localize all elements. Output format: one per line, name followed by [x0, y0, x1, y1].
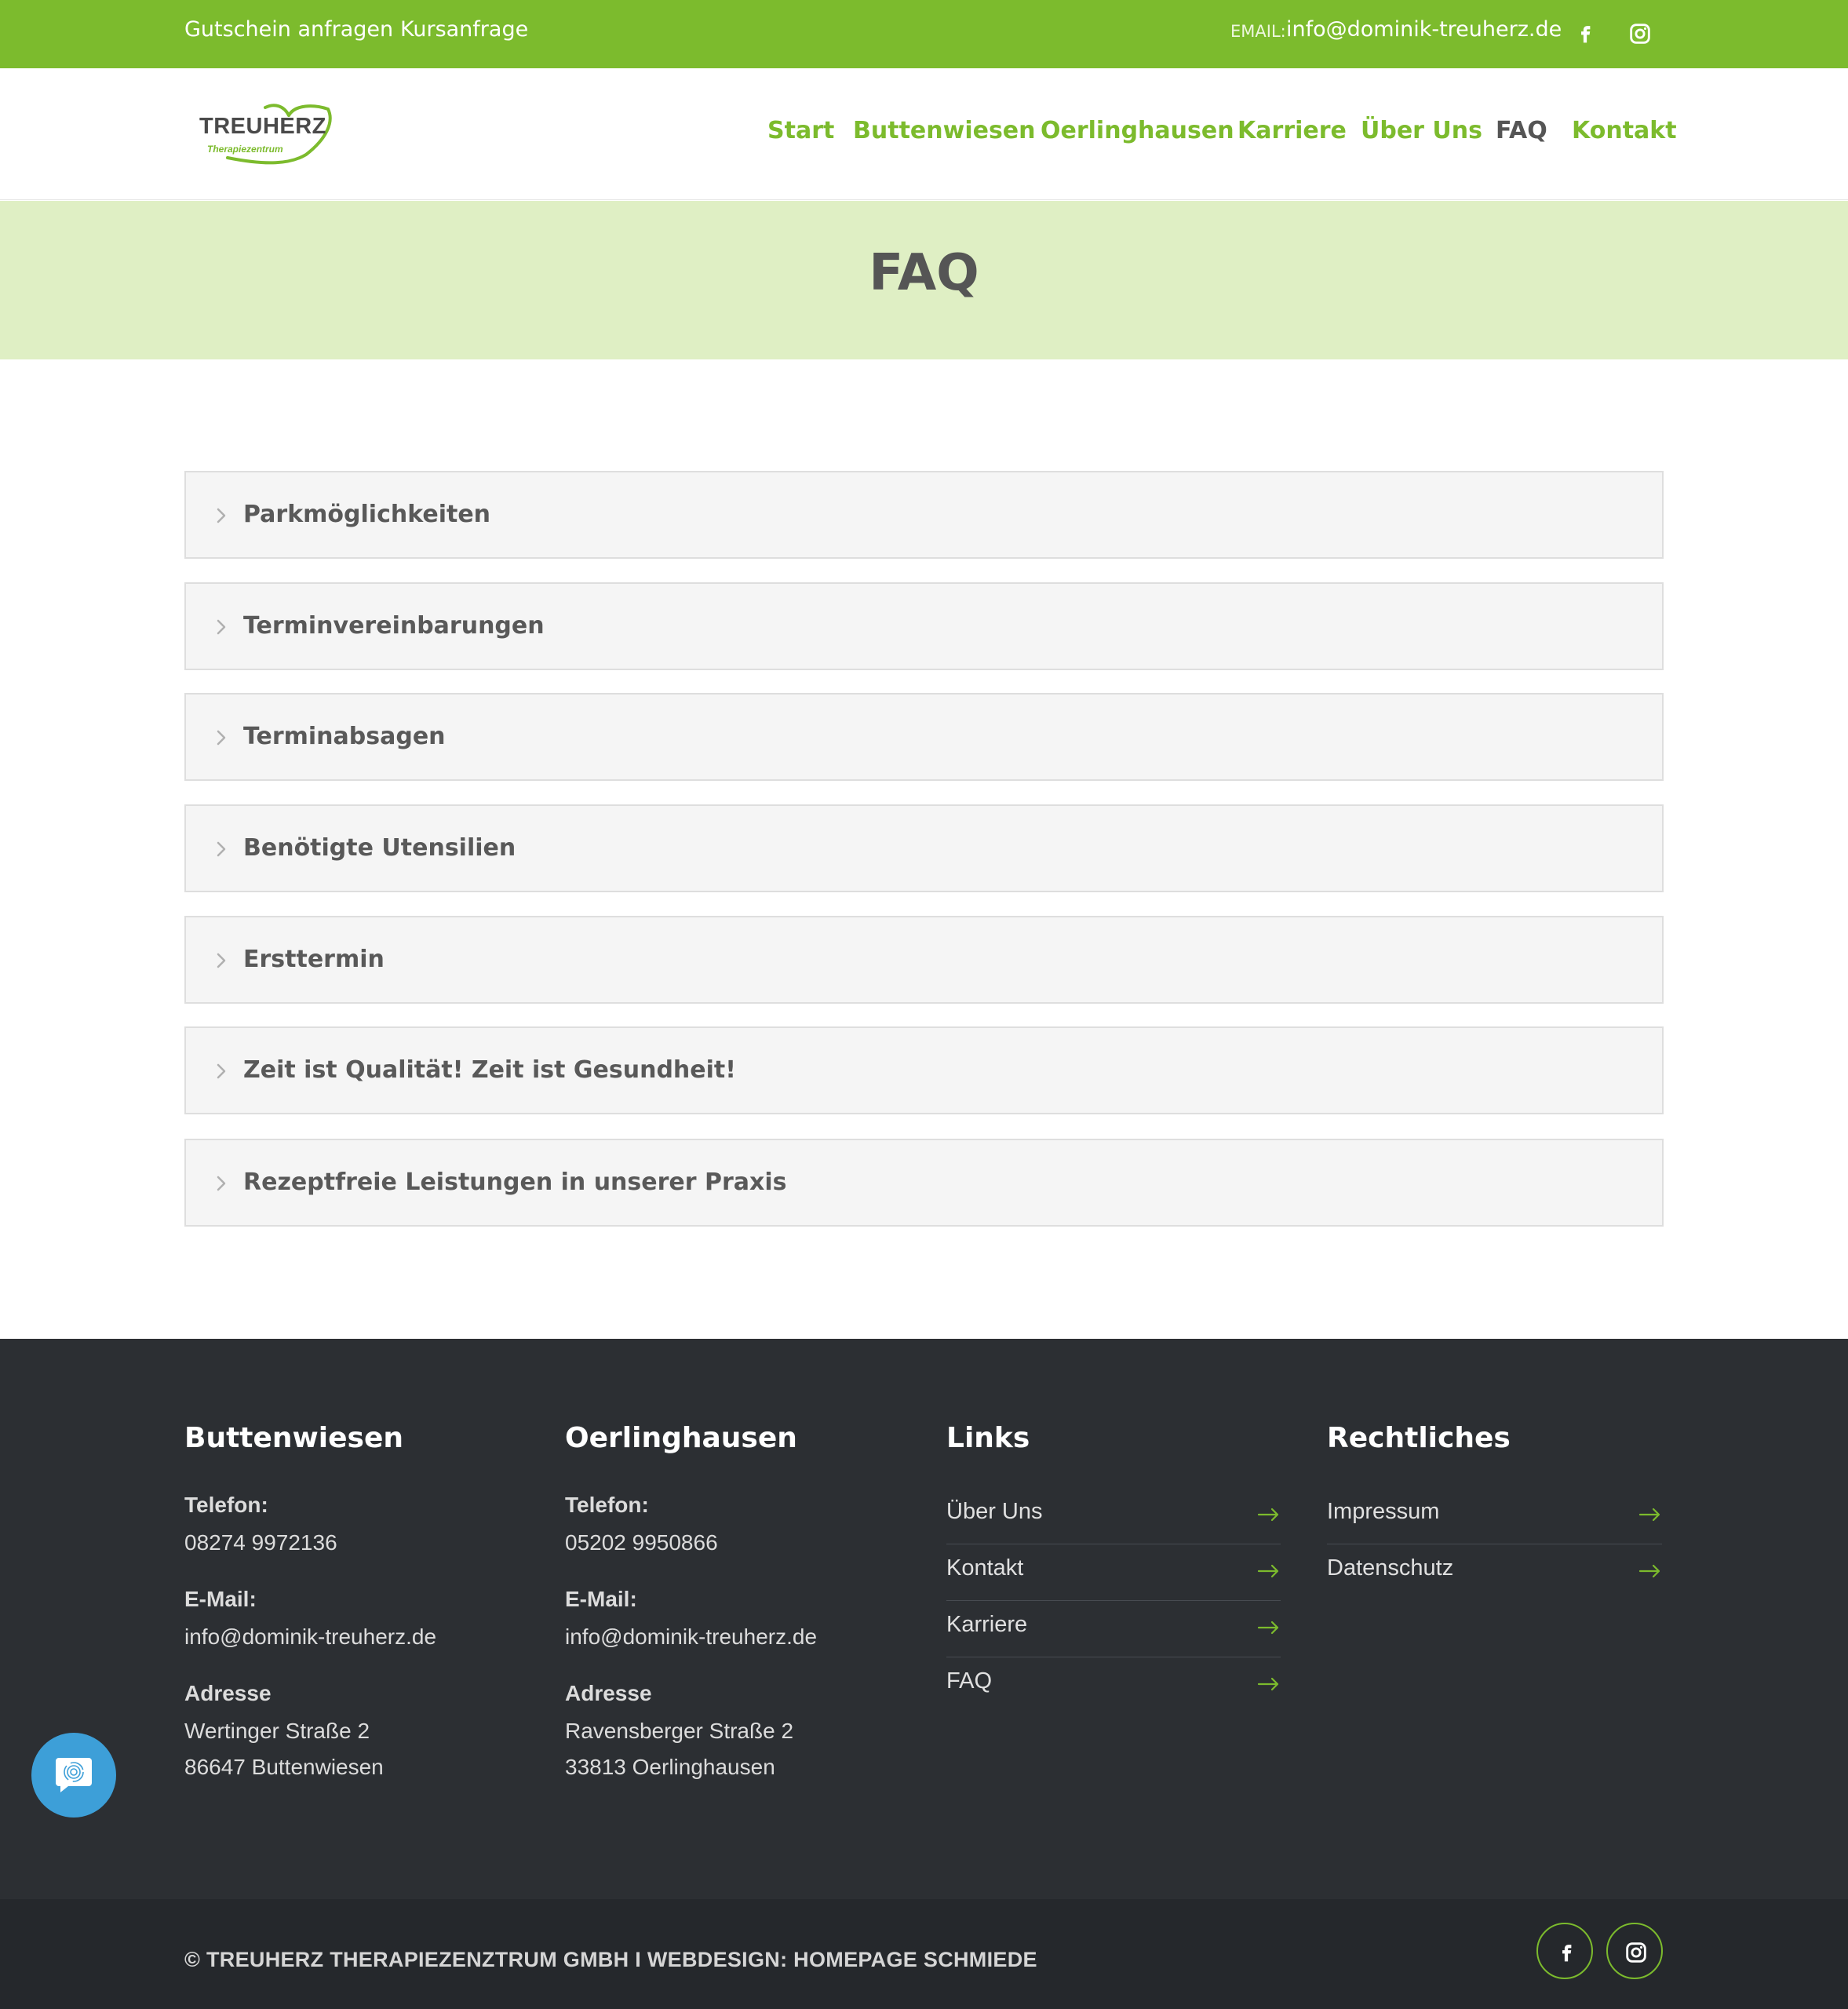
- footer-oerlinghausen-city: 33813 Oerlinghausen: [565, 1755, 775, 1779]
- email-label: EMAIL:: [1230, 22, 1286, 41]
- arrow-right-icon: [1257, 1505, 1281, 1524]
- nav-ueber-uns[interactable]: Über Uns: [1361, 117, 1482, 144]
- nav-oerlinghausen[interactable]: Oerlinghausen: [1041, 117, 1234, 144]
- faq-item-zeit-ist-qualitaet[interactable]: Zeit ist Qualität! Zeit ist Gesundheit!: [184, 1026, 1664, 1114]
- facebook-icon[interactable]: [1572, 20, 1598, 47]
- arrow-right-icon: [1638, 1562, 1662, 1581]
- faq-item-rezeptfreie-leistungen[interactable]: Rezeptfreie Leistungen in unserer Praxis: [184, 1139, 1664, 1227]
- footer-link-ueber-uns[interactable]: Über Uns: [946, 1488, 1281, 1544]
- faq-item-ersttermin[interactable]: Ersttermin: [184, 916, 1664, 1004]
- logo[interactable]: TREUHERZ Therapiezentrum: [196, 100, 337, 172]
- footer-instagram-icon[interactable]: [1606, 1923, 1663, 1979]
- footer-buttenwiesen-street: Wertinger Straße 2: [184, 1719, 370, 1743]
- faq-item-label: Rezeptfreie Leistungen in unserer Praxis: [243, 1169, 787, 1196]
- faq-item-terminabsagen[interactable]: Terminabsagen: [184, 693, 1664, 781]
- footer-buttenwiesen-phone[interactable]: 08274 9972136: [184, 1530, 337, 1555]
- chevron-right-icon: [210, 837, 233, 861]
- nav-kontakt[interactable]: Kontakt: [1572, 117, 1677, 144]
- chevron-right-icon: [210, 615, 233, 639]
- page-banner: FAQ: [0, 201, 1848, 359]
- faq-item-utensilien[interactable]: Benötigte Utensilien: [184, 804, 1664, 892]
- footer-link-faq[interactable]: FAQ: [946, 1657, 1281, 1714]
- faq-item-label: Terminabsagen: [243, 723, 446, 750]
- footer-address-label: Adresse: [565, 1681, 652, 1705]
- instagram-icon[interactable]: [1627, 20, 1653, 47]
- footer-oerlinghausen-street: Ravensberger Straße 2: [565, 1719, 794, 1743]
- footer-link-label: Impressum: [1327, 1499, 1440, 1524]
- footer-buttenwiesen-title: Buttenwiesen: [184, 1422, 404, 1454]
- arrow-right-icon: [1638, 1505, 1662, 1524]
- faq-item-label: Ersttermin: [243, 946, 385, 973]
- footer-phone-label: Telefon:: [184, 1493, 268, 1517]
- nav-karriere[interactable]: Karriere: [1237, 117, 1347, 144]
- footer-link-label: Über Uns: [946, 1499, 1043, 1524]
- footer-oerlinghausen-phone[interactable]: 05202 9950866: [565, 1530, 718, 1555]
- footer-phone-label: Telefon:: [565, 1493, 649, 1517]
- chevron-right-icon: [210, 949, 233, 972]
- footer-buttenwiesen-city: 86647 Buttenwiesen: [184, 1755, 384, 1779]
- top-bar: Gutschein anfragen Kursanfrage EMAIL: in…: [0, 0, 1848, 68]
- footer-link-impressum[interactable]: Impressum: [1327, 1488, 1662, 1544]
- site-footer: Buttenwiesen Telefon: 08274 9972136 E-Ma…: [0, 1339, 1848, 1899]
- faq-item-label: Benötigte Utensilien: [243, 834, 516, 862]
- logo-wordmark: TREUHERZ: [199, 114, 326, 139]
- gutschein-link[interactable]: Gutschein anfragen: [184, 17, 393, 42]
- fingerprint-chat-icon: [56, 1758, 92, 1792]
- faq-item-parkmoeglichkeiten[interactable]: Parkmöglichkeiten: [184, 471, 1664, 559]
- chevron-right-icon: [210, 1172, 233, 1195]
- faq-item-label: Zeit ist Qualität! Zeit ist Gesundheit!: [243, 1056, 736, 1084]
- footer-legal-title: Rechtliches: [1327, 1422, 1511, 1454]
- bottom-bar: © TREUHERZ THERAPIEZENZTRUM GMBH I WEBDE…: [0, 1899, 1848, 2009]
- arrow-right-icon: [1257, 1562, 1281, 1581]
- arrow-right-icon: [1257, 1675, 1281, 1694]
- footer-link-label: Datenschutz: [1327, 1555, 1454, 1581]
- privacy-chat-button[interactable]: [31, 1733, 116, 1818]
- footer-email-label: E-Mail:: [184, 1587, 257, 1611]
- arrow-right-icon: [1257, 1618, 1281, 1637]
- site-header: TREUHERZ Therapiezentrum Start Buttenwie…: [0, 68, 1848, 200]
- page-title: FAQ: [869, 244, 979, 302]
- chevron-right-icon: [210, 504, 233, 527]
- footer-link-karriere[interactable]: Karriere: [946, 1601, 1281, 1657]
- footer-link-datenschutz[interactable]: Datenschutz: [1327, 1544, 1662, 1601]
- chevron-right-icon: [210, 726, 233, 749]
- nav-buttenwiesen[interactable]: Buttenwiesen: [853, 117, 1036, 144]
- footer-link-label: Karriere: [946, 1612, 1028, 1637]
- nav-faq[interactable]: FAQ: [1496, 117, 1547, 144]
- footer-address-label: Adresse: [184, 1681, 272, 1705]
- footer-link-kontakt[interactable]: Kontakt: [946, 1544, 1281, 1601]
- faq-item-label: Parkmöglichkeiten: [243, 501, 491, 528]
- faq-item-terminvereinbarungen[interactable]: Terminvereinbarungen: [184, 582, 1664, 670]
- faq-item-label: Terminvereinbarungen: [243, 612, 545, 640]
- footer-oerlinghausen-email[interactable]: info@dominik-treuherz.de: [565, 1624, 817, 1650]
- footer-link-label: FAQ: [946, 1668, 993, 1694]
- copyright-text: © TREUHERZ THERAPIEZENZTRUM GMBH I WEBDE…: [184, 1948, 1037, 1971]
- nav-start[interactable]: Start: [767, 117, 834, 144]
- chevron-right-icon: [210, 1059, 233, 1083]
- footer-facebook-icon[interactable]: [1536, 1923, 1593, 1979]
- topbar-email-link[interactable]: info@dominik-treuherz.de: [1286, 17, 1562, 42]
- footer-oerlinghausen-title: Oerlinghausen: [565, 1422, 797, 1454]
- footer-link-label: Kontakt: [946, 1555, 1024, 1581]
- footer-email-label: E-Mail:: [565, 1587, 637, 1611]
- logo-subtitle: Therapiezentrum: [207, 144, 283, 155]
- footer-links-title: Links: [946, 1422, 1030, 1454]
- footer-buttenwiesen-email[interactable]: info@dominik-treuherz.de: [184, 1624, 436, 1650]
- kursanfrage-link[interactable]: Kursanfrage: [400, 17, 528, 42]
